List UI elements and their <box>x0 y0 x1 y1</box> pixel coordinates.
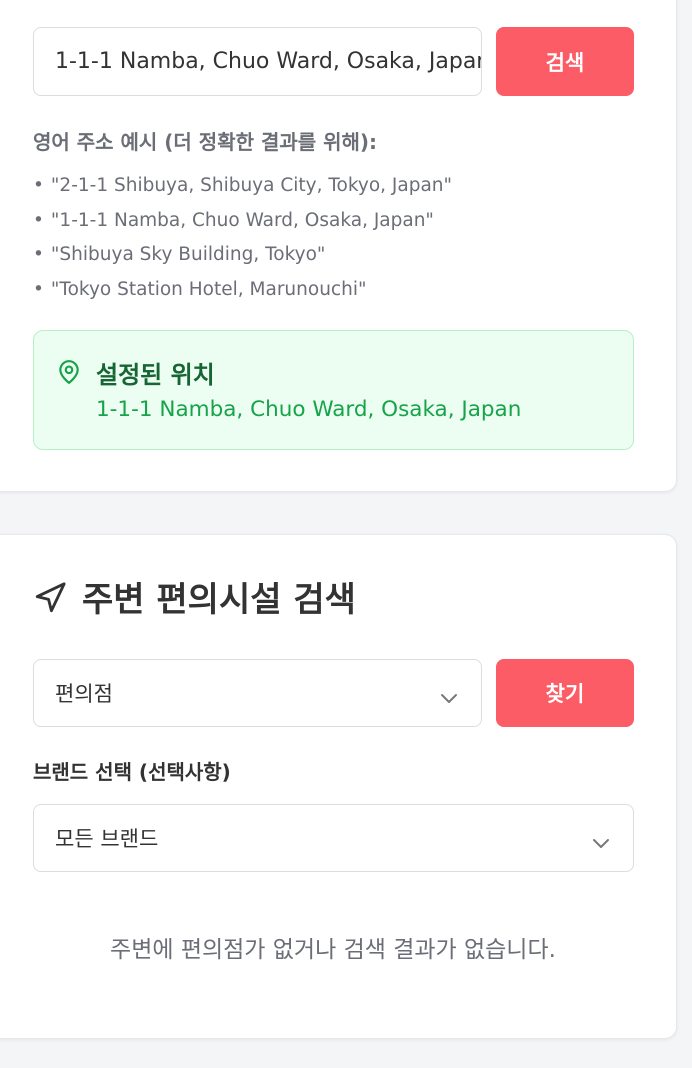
brand-select[interactable]: 모든 브랜드 <box>33 804 634 872</box>
search-button[interactable]: 검색 <box>496 27 634 96</box>
navigation-arrow-icon <box>33 581 67 619</box>
section-title: 주변 편의시설 검색 <box>82 580 356 620</box>
examples-list: • "2-1-1 Shibuya, Shibuya City, Tokyo, Ja… <box>33 172 452 310</box>
category-select[interactable]: 편의점 <box>33 659 482 727</box>
set-location-box: 설정된 위치 1-1-1 Namba, Chuo Ward, Osaka, Ja… <box>33 330 634 450</box>
list-item: • "1-1-1 Namba, Chuo Ward, Osaka, Japan" <box>33 209 434 231</box>
empty-result-message: 주변에 편의점가 없거나 검색 결과가 없습니다. <box>110 937 556 963</box>
examples-title: 영어 주소 예시 (더 정확한 결과를 위해): <box>33 130 378 154</box>
brand-select-label: 브랜드 선택 (선택사항) <box>33 760 231 784</box>
set-location-address: 1-1-1 Namba, Chuo Ward, Osaka, Japan <box>96 397 522 422</box>
category-select-value: 편의점 <box>55 682 113 706</box>
map-pin-icon <box>56 359 82 389</box>
address-input[interactable]: 1-1-1 Namba, Chuo Ward, Osaka, Japan <box>33 27 482 96</box>
brand-select-value: 모든 브랜드 <box>55 827 159 851</box>
chevron-down-icon <box>591 831 611 855</box>
list-item: • "Shibuya Sky Building, Tokyo" <box>33 244 326 265</box>
chevron-down-icon <box>439 686 459 710</box>
find-button[interactable]: 찾기 <box>496 659 634 727</box>
set-location-title: 설정된 위치 <box>96 361 215 389</box>
list-item: • "Tokyo Station Hotel, Marunouchi" <box>33 278 367 300</box>
list-item: • "2-1-1 Shibuya, Shibuya City, Tokyo, Ja… <box>33 175 453 196</box>
address-input-value: 1-1-1 Namba, Chuo Ward, Osaka, Japan <box>55 49 482 74</box>
